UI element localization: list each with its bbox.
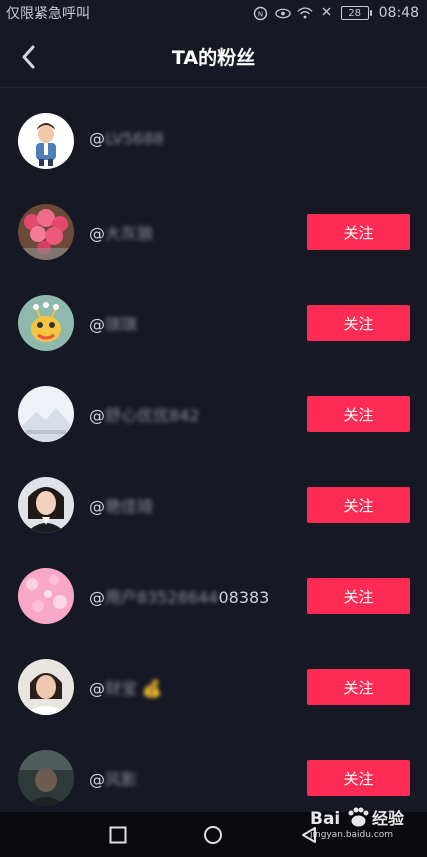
carrier-text: 仅限紧急呼叫 [6,6,90,22]
recents-button[interactable] [107,824,129,846]
back-button[interactable] [14,41,42,73]
svg-text:经验: 经验 [372,809,405,828]
follower-username[interactable]: @LV5688 [89,129,164,148]
avatar[interactable] [18,113,74,169]
follower-list: @LV5688 @大灰狼 关注 @琪琪 关注 @舒心优优842 关注 @艳佳琦 … [0,96,427,824]
list-item[interactable]: @大灰狼 关注 [0,187,427,278]
chevron-left-icon [22,45,35,69]
follow-button[interactable]: 关注 [307,669,410,705]
circle-icon [204,826,222,844]
avatar[interactable] [18,568,74,624]
follower-username[interactable]: @财宝 💰 [89,675,162,699]
battery-icon: 28 [340,6,372,20]
follow-button[interactable]: 关注 [307,305,410,341]
follower-username[interactable]: @琪琪 [89,311,137,335]
list-item[interactable]: @艳佳琦 关注 [0,460,427,551]
follow-button[interactable]: 关注 [307,214,410,250]
avatar[interactable] [18,295,74,351]
list-item[interactable]: @用户8352864408383 关注 [0,551,427,642]
wifi-icon [297,5,313,21]
baidu-logo-icon: Bai 经验 [310,807,405,829]
list-item[interactable]: @财宝 💰 关注 [0,642,427,733]
eye-comfort-icon [274,5,291,21]
list-item[interactable]: @LV5688 [0,96,427,187]
watermark-url: jingyan.baidu.com [310,830,394,840]
follower-username[interactable]: @大灰狼 [89,220,153,244]
nav-bar: TA的粉丝 [0,26,427,88]
follow-button[interactable]: 关注 [307,396,410,432]
avatar[interactable] [18,750,74,806]
svg-text:Bai: Bai [310,809,340,829]
follower-username[interactable]: @用户8352864408383 [89,584,269,608]
follow-button[interactable]: 关注 [307,487,410,523]
follower-username[interactable]: @风影 [89,766,137,790]
square-icon [109,826,127,844]
list-item[interactable]: @舒心优优842 关注 [0,369,427,460]
avatar[interactable] [18,204,74,260]
page-title: TA的粉丝 [171,47,256,69]
signal-icon [319,5,335,21]
avatar[interactable] [18,659,74,715]
follow-button[interactable]: 关注 [307,578,410,614]
follower-username[interactable]: @艳佳琦 [89,493,153,517]
nfc-icon: N [253,5,269,21]
home-button[interactable] [202,824,224,846]
avatar[interactable] [18,477,74,533]
status-icons: N 28 08:48 [253,5,419,21]
status-bar: 仅限紧急呼叫 N 28 08:48 [0,0,427,26]
list-item[interactable]: @琪琪 关注 [0,278,427,369]
avatar[interactable] [18,386,74,442]
watermark: Bai 经验 jingyan.baidu.com [306,804,424,854]
follow-button[interactable]: 关注 [307,760,410,796]
svg-text:N: N [258,10,263,18]
follower-username[interactable]: @舒心优优842 [89,402,200,426]
clock-text: 08:48 [378,5,419,21]
